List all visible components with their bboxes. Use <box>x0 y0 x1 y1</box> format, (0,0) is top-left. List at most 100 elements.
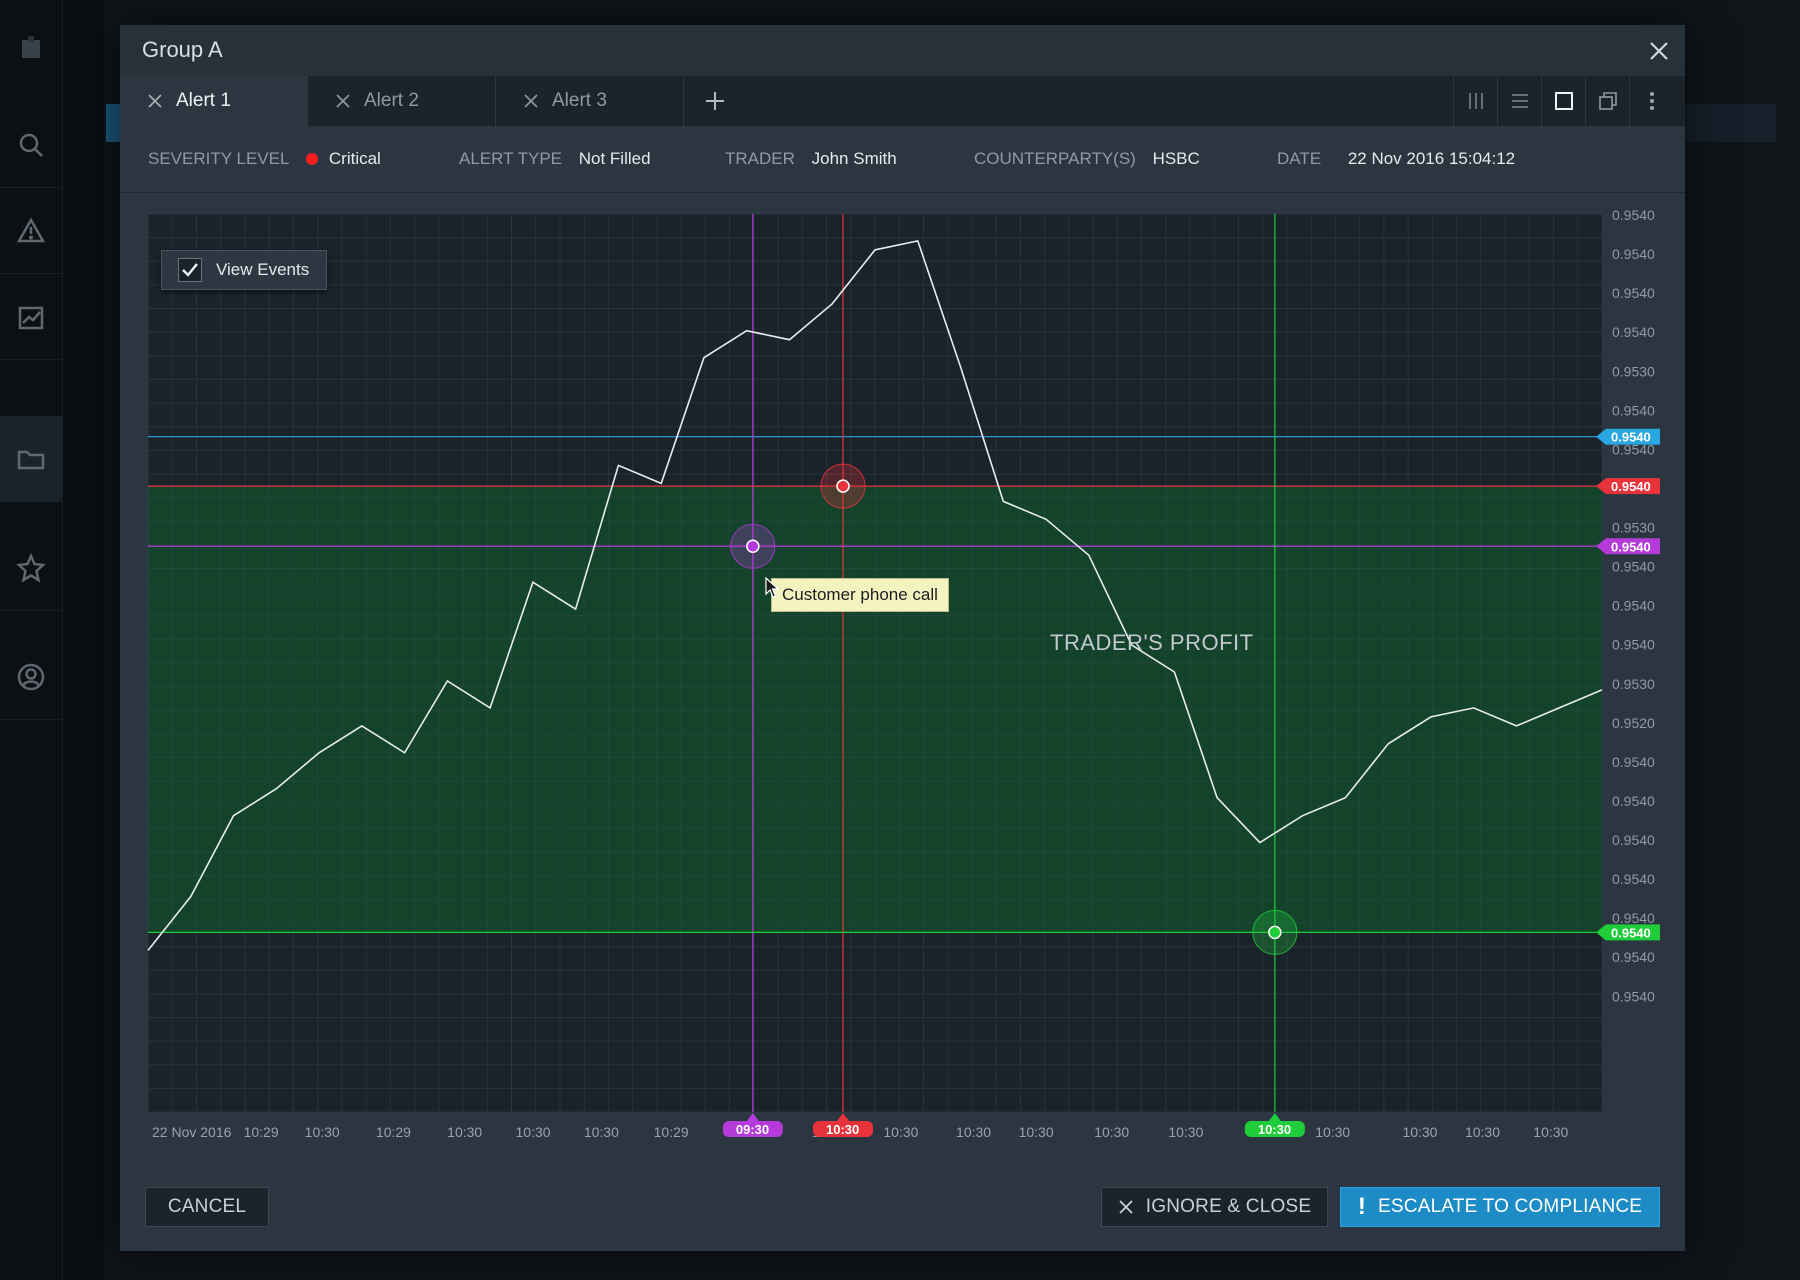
add-tab-button[interactable] <box>690 76 740 126</box>
single-layout-button[interactable] <box>1541 76 1585 126</box>
chart-canvas[interactable]: 0.95400.95400.95400.95400.95300.95400.95… <box>120 192 1685 1167</box>
checkmark-icon <box>182 263 198 277</box>
alert-type-field: ALERT TYPE Not Filled <box>459 149 651 169</box>
exclamation-icon: ! <box>1357 1193 1367 1220</box>
alert-triangle-icon[interactable] <box>0 188 62 274</box>
trader-field: TRADER John Smith <box>725 149 897 169</box>
columns-icon <box>1468 93 1483 109</box>
y-tick-label: 0.9540 <box>1612 871 1655 887</box>
alert-type-value: Not Filled <box>578 149 651 168</box>
reference-level-badge: 0.9540 <box>1611 430 1651 445</box>
x-tick-label: 10:30 <box>516 1124 551 1140</box>
user-icon[interactable] <box>0 634 62 720</box>
chart-icon[interactable] <box>0 274 62 360</box>
tab-alert-2[interactable]: Alert 2 <box>308 76 496 126</box>
x-tick-label: 10:30 <box>584 1124 619 1140</box>
event-level-badge: 0.9540 <box>1611 539 1651 554</box>
x-tick-label: 10:30 <box>1315 1124 1350 1140</box>
counterparty-value: HSBC <box>1152 149 1200 168</box>
x-tick-label: 10:30 <box>1019 1124 1054 1140</box>
mouse-cursor-icon <box>765 577 780 598</box>
y-tick-label: 0.9540 <box>1612 754 1655 770</box>
more-vertical-icon <box>1649 92 1654 110</box>
y-tick-label: 0.9540 <box>1612 910 1655 926</box>
tab-alert-1[interactable]: Alert 1 <box>120 76 308 126</box>
close-tab-icon[interactable] <box>146 92 164 110</box>
event-marker-dot <box>836 479 850 493</box>
search-icon[interactable] <box>0 102 62 188</box>
detach-icon <box>1598 92 1617 110</box>
x-tick-label: 10:30 <box>1094 1124 1129 1140</box>
severity-label: SEVERITY LEVEL <box>148 149 290 168</box>
rows-icon <box>1511 94 1528 108</box>
cancel-button[interactable]: CANCEL <box>145 1187 269 1227</box>
close-tab-icon[interactable] <box>334 92 352 110</box>
y-tick-label: 0.9530 <box>1612 520 1655 536</box>
star-icon[interactable] <box>0 525 62 611</box>
y-tick-label: 0.9540 <box>1612 598 1655 614</box>
x-tick-label: 10:30 <box>1465 1124 1500 1140</box>
x-tick-label: 10:29 <box>244 1124 279 1140</box>
event-time-badge: 10:30 <box>826 1122 859 1137</box>
tab-label: Alert 1 <box>176 90 231 111</box>
event-marker-dot <box>1268 925 1282 940</box>
app-left-rail <box>0 0 63 1280</box>
y-tick-label: 0.9540 <box>1612 949 1655 965</box>
view-events-label: View Events <box>216 260 310 279</box>
event-time-badge: 10:30 <box>1258 1122 1291 1137</box>
checkbox[interactable] <box>178 258 202 282</box>
close-button[interactable] <box>1643 35 1675 67</box>
close-tab-icon[interactable] <box>522 92 540 110</box>
ignore-close-button[interactable]: IGNORE & CLOSE <box>1101 1187 1328 1227</box>
x-tick-label: 10:30 <box>883 1124 918 1140</box>
y-tick-label: 0.9540 <box>1612 402 1655 418</box>
y-tick-label: 0.9540 <box>1612 207 1655 223</box>
columns-layout-button[interactable] <box>1453 76 1497 126</box>
date-field: DATE 22 Nov 2016 15:04:12 <box>1277 149 1515 169</box>
counterparty-field: COUNTERPARTY(S) HSBC <box>974 149 1200 169</box>
date-value: 22 Nov 2016 15:04:12 <box>1347 149 1516 168</box>
x-tick-label: 10:30 <box>1168 1124 1203 1140</box>
alert-info-bar: SEVERITY LEVEL Critical ALERT TYPE Not F… <box>120 126 1685 193</box>
x-tick-label: 10:30 <box>1533 1124 1568 1140</box>
y-tick-label: 0.9530 <box>1612 676 1655 692</box>
tab-label: Alert 3 <box>552 90 607 111</box>
y-tick-label: 0.9540 <box>1612 793 1655 809</box>
traders-profit-label: TRADER'S PROFIT <box>1050 630 1254 655</box>
date-label: DATE <box>1277 149 1322 168</box>
x-tick-label: 10:30 <box>305 1124 340 1140</box>
y-tick-label: 0.9540 <box>1612 637 1655 653</box>
tab-alert-3[interactable]: Alert 3 <box>496 76 684 126</box>
severity-value: Critical <box>328 149 381 168</box>
y-tick-label: 0.9540 <box>1612 246 1655 262</box>
more-options-button[interactable] <box>1629 76 1673 126</box>
view-events-toggle[interactable]: View Events <box>161 250 327 290</box>
close-icon <box>1119 1200 1133 1214</box>
rows-layout-button[interactable] <box>1497 76 1541 126</box>
escalate-button[interactable]: ! ESCALATE TO COMPLIANCE <box>1340 1187 1660 1227</box>
folder-icon[interactable] <box>0 416 62 502</box>
close-icon <box>1650 42 1668 60</box>
y-tick-label: 0.9540 <box>1612 324 1655 340</box>
counterparty-label: COUNTERPARTY(S) <box>974 149 1136 168</box>
x-tick-label: 10:29 <box>376 1124 411 1140</box>
y-tick-label: 0.9540 <box>1612 285 1655 301</box>
price-chart[interactable]: 0.9540 0.9540 0.9540 0.9540 0.9530 0.9540 0.95… <box>120 192 1685 1167</box>
x-tick-label: 10:30 <box>956 1124 991 1140</box>
escalate-label: ESCALATE TO COMPLIANCE <box>1378 1196 1643 1217</box>
event-time-badge-arrow <box>746 1113 759 1121</box>
event-level-badge: 0.9540 <box>1611 479 1651 494</box>
ignore-close-label: IGNORE & CLOSE <box>1145 1196 1312 1217</box>
event-time-badge-arrow <box>1268 1113 1281 1121</box>
event-time-badge-arrow <box>837 1113 850 1121</box>
event-level-badge: 0.9540 <box>1611 925 1651 940</box>
y-tick-label: 0.9530 <box>1612 363 1655 379</box>
detach-button[interactable] <box>1585 76 1629 126</box>
modal-header: Group A <box>120 25 1685 77</box>
y-tick-label: 0.9540 <box>1612 832 1655 848</box>
y-tick-label: 0.9540 <box>1612 988 1655 1004</box>
alert-type-label: ALERT TYPE <box>459 149 562 168</box>
event-tooltip: Customer phone call <box>771 578 949 612</box>
y-tick-label: 0.9520 <box>1612 715 1655 731</box>
tab-label: Alert 2 <box>364 90 419 111</box>
